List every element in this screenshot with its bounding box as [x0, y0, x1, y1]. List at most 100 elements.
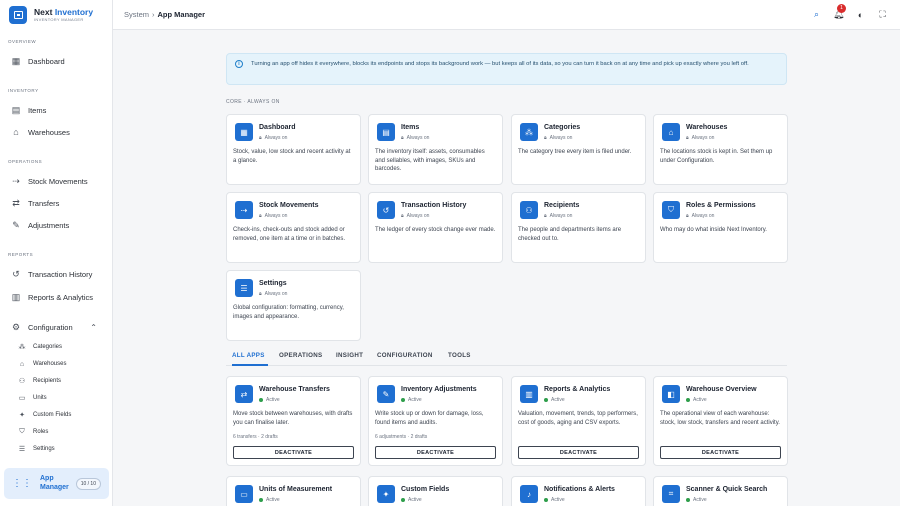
card-description: The locations stock is kept in. Set them…	[660, 149, 773, 164]
active-status-dot	[544, 398, 548, 402]
overview-icon: ◧	[662, 385, 680, 403]
card-status: Active	[259, 497, 280, 503]
card-title: Settings	[259, 280, 287, 287]
deactivate-button[interactable]: DEACTIVATE	[375, 446, 496, 459]
app-card: ▥ Reports & Analytics Active Valuation, mov…	[511, 376, 646, 466]
sidebar-item-adjustments[interactable]: ✎ Adjustments	[0, 216, 113, 234]
app-card: ▭ Units of Measurement Active	[226, 476, 361, 506]
sidebar-subitem-warehouses[interactable]: ⌂ Warehouses	[0, 357, 113, 371]
card-status: Active	[401, 397, 422, 403]
deactivate-button[interactable]: DEACTIVATE	[233, 446, 354, 459]
core-card: ▤ Items 🔒︎ Always on The inventory itself: a…	[368, 114, 503, 185]
sidebar-subitem-label: Units	[33, 395, 47, 401]
sidebar-item-label: Reports & Analytics	[28, 292, 94, 302]
info-icon: i	[235, 60, 243, 68]
archive-box-icon: ▤	[11, 104, 21, 115]
active-status-dot	[401, 498, 405, 502]
card-status-text: Active	[266, 497, 280, 503]
tab-operations[interactable]: OPERATIONS	[279, 352, 322, 359]
brand[interactable]: Next Inventory INVENTORY MANAGER	[0, 0, 112, 30]
section-label-operations: OPERATIONS	[8, 159, 43, 164]
active-status-dot	[259, 398, 263, 402]
info-banner: i Turning an app off hides it everywhere…	[226, 53, 787, 85]
sidebar-item-configuration[interactable]: ⚙ Configuration ⌃	[0, 318, 113, 336]
active-tab-indicator	[232, 364, 268, 366]
sidebar-subitem-label: Settings	[33, 446, 55, 452]
sidebar-subitem-categories[interactable]: ⁂ Categories	[0, 340, 113, 354]
core-card: ⇢ Stock Movements 🔒︎ Always on Check-ins, ch…	[226, 192, 361, 263]
sidebar-item-transaction-history[interactable]: ↺ Transaction History	[0, 265, 113, 283]
card-status: Active	[686, 397, 707, 403]
card-status: Active	[401, 497, 422, 503]
lock-icon: 🔒︎	[259, 135, 262, 141]
breadcrumb-separator: ›	[152, 10, 155, 19]
tab-configuration[interactable]: CONFIGURATION	[377, 352, 433, 359]
sidebar-item-reports-analytics[interactable]: ▥ Reports & Analytics	[0, 288, 113, 306]
brand-subtitle: INVENTORY MANAGER	[34, 16, 84, 22]
tab-insight[interactable]: INSIGHT	[336, 352, 363, 359]
sidebar-item-items[interactable]: ▤ Items	[0, 101, 113, 119]
core-card: ⌂ Warehouses 🔒︎ Always on The locations stoc…	[653, 114, 788, 185]
fullscreen-icon[interactable]: ⛶	[877, 9, 888, 20]
search-icon[interactable]: ⌕	[811, 9, 822, 20]
wrench-icon: ✎	[12, 219, 20, 230]
card-title: Warehouse Transfers	[259, 386, 330, 393]
sidebar-subitem-custom-fields[interactable]: ✦ Custom Fields	[0, 408, 113, 422]
core-card: ☰ Settings 🔒︎ Always on Global configuration…	[226, 270, 361, 341]
warehouse-icon: ⌂	[662, 123, 680, 141]
sidebar-subitem-recipients[interactable]: ⚇ Recipients	[0, 374, 113, 388]
card-description: Valuation, movement, trends, top perform…	[518, 411, 638, 426]
bell-icon: ♪	[520, 485, 538, 503]
core-card: ⛉ Roles & Permissions 🔒︎ Always on Who may d…	[653, 192, 788, 263]
lock-icon: 🔒︎	[259, 213, 262, 219]
sidebar-subitem-settings[interactable]: ☰ Settings	[0, 442, 113, 456]
sidebar-item-stock-movements[interactable]: ⇢ Stock Movements	[0, 172, 113, 190]
card-description: The people and departments items are che…	[518, 227, 622, 242]
sidebar-item-warehouses[interactable]: ⌂ Warehouses	[0, 123, 113, 141]
card-title: Custom Fields	[401, 486, 450, 493]
card-status: 🔒︎ Always on	[686, 213, 714, 219]
app-card: ⇄ Warehouse Transfers Active Move stock bet…	[226, 376, 361, 466]
sidebar-item-transfers[interactable]: ⇄ Transfers	[0, 194, 113, 212]
deactivate-button[interactable]: DEACTIVATE	[660, 446, 781, 459]
app-count-badge: 10 / 10	[75, 477, 101, 490]
card-title: Scanner & Quick Search	[686, 486, 768, 493]
topbar: System › App Manager ⌕ 🔔︎ 1 ◐ ⛶	[113, 0, 900, 30]
active-status-dot	[686, 398, 690, 402]
card-status-text: Always on	[264, 291, 288, 297]
history-icon: ↺	[12, 268, 20, 279]
card-title: Recipients	[544, 202, 580, 209]
card-description: Stock, value, low stock and recent activ…	[233, 149, 351, 164]
card-status: 🔒︎ Always on	[259, 135, 287, 141]
sidebar-item-label: App Manager	[40, 475, 69, 491]
ruler-icon: ▭	[18, 395, 26, 402]
shield-icon: ⛉	[662, 201, 680, 219]
lock-icon: 🔒︎	[401, 213, 404, 219]
notification-badge: 1	[837, 4, 846, 13]
theme-toggle-icon[interactable]: ◐	[855, 10, 866, 20]
bell-icon[interactable]: 🔔︎ 1	[833, 4, 846, 20]
breadcrumb-root[interactable]: System	[124, 10, 149, 19]
card-status-text: Active	[551, 397, 565, 403]
card-status: 🔒︎ Always on	[401, 135, 429, 141]
core-card: ↺ Transaction History 🔒︎ Always on The ledge…	[368, 192, 503, 263]
deactivate-button[interactable]: DEACTIVATE	[518, 446, 639, 459]
sidebar-subitem-roles[interactable]: ⛉ Roles	[0, 425, 113, 439]
app-card: ♪ Notifications & Alerts Active	[511, 476, 646, 506]
sidebar-item-label: Warehouses	[28, 127, 70, 137]
sidebar-item-label: Items	[28, 105, 47, 115]
sidebar-subitem-units[interactable]: ▭ Units	[0, 391, 113, 405]
sidebar-item-app-manager[interactable]: ⋮⋮ App Manager 10 / 10	[4, 468, 109, 499]
card-status-text: Active	[693, 397, 707, 403]
tab-all-apps[interactable]: ALL APPS	[232, 352, 265, 359]
brand-name: Next Inventory	[34, 7, 94, 18]
sliders-icon: ☰	[18, 446, 26, 453]
tab-tools[interactable]: TOOLS	[448, 352, 471, 359]
bar-chart-icon: ▥	[520, 385, 538, 403]
app-card: ◧ Warehouse Overview Active The operational…	[653, 376, 788, 466]
sidebar-item-dashboard[interactable]: ▦ Dashboard	[0, 52, 113, 70]
section-label-reports: REPORTS	[8, 252, 34, 257]
card-title: Roles & Permissions	[686, 202, 756, 209]
puzzle-icon: ✦	[377, 485, 395, 503]
chevron-up-icon: ⌃	[90, 322, 97, 332]
